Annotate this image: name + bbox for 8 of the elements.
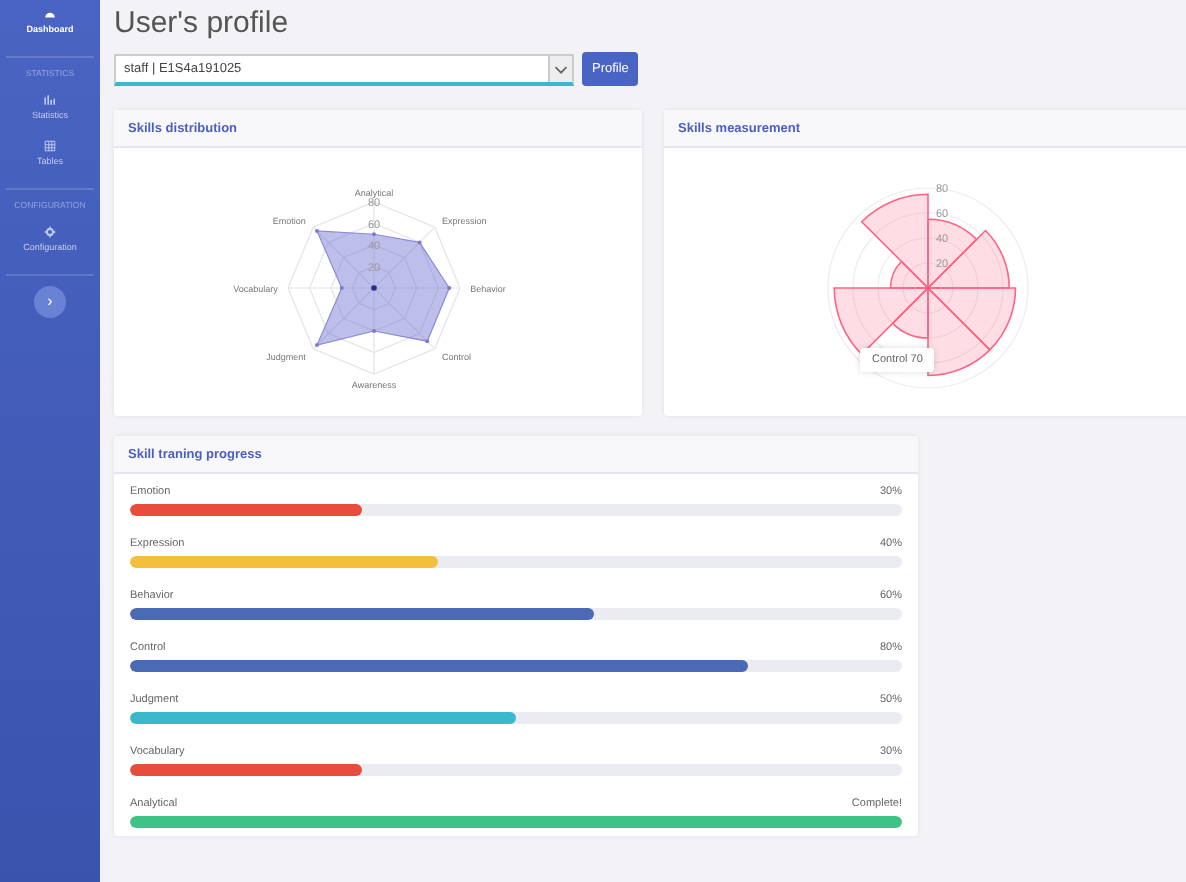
table-icon: [44, 140, 56, 152]
caret-icon: [548, 55, 572, 81]
radar-area-drawing: [315, 229, 452, 347]
gear-icon: [44, 226, 56, 238]
gauge-icon: [44, 8, 56, 20]
collapse-button[interactable]: ›: [34, 286, 66, 318]
page-title: User's profile: [114, 6, 291, 40]
bar-chart-icon: [44, 94, 56, 106]
